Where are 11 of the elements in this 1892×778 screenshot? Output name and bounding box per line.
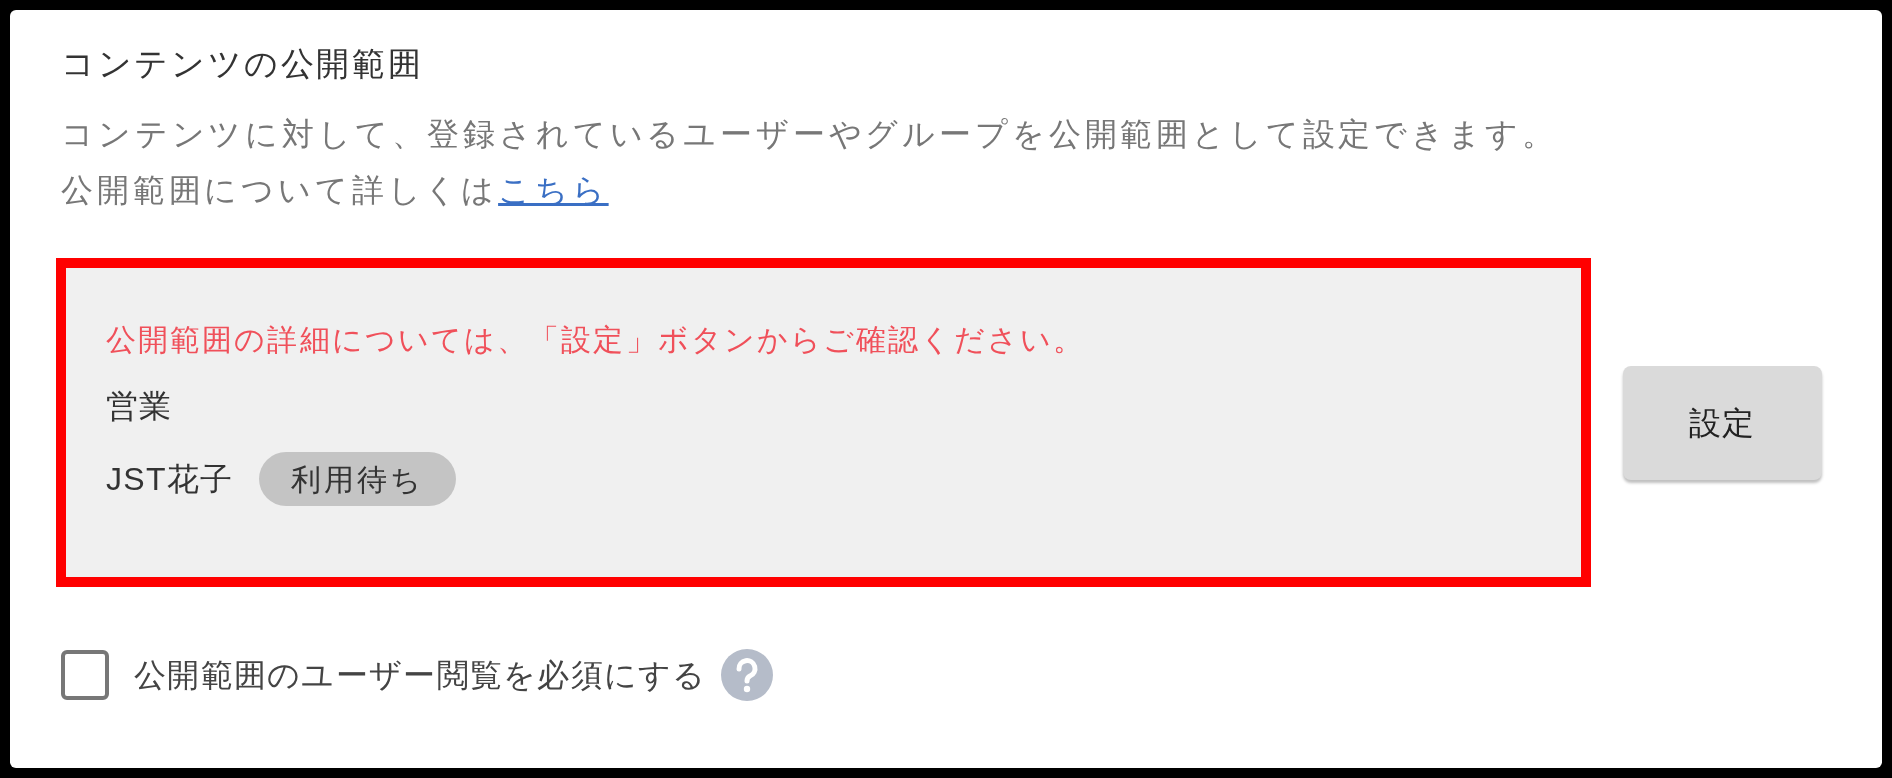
checkbox[interactable]	[61, 650, 109, 700]
status-badge: 利用待ち	[259, 452, 457, 506]
description-text: コンテンツに対して、登録されているユーザーやグループを公開範囲として設定できます。	[61, 115, 1558, 154]
notice-text: 公開範囲の詳細については、「設定」ボタンからご確認ください。	[106, 322, 1085, 358]
settings-button[interactable]: 設定	[1622, 365, 1822, 480]
help-text: 公開範囲について詳しくは	[61, 171, 499, 210]
help-link[interactable]: こちら	[498, 166, 609, 214]
member-name: 営業	[106, 387, 173, 426]
checkbox-label: 公開範囲のユーザー閲覧を必須にする	[134, 656, 707, 695]
member-name: JST花子	[106, 460, 234, 499]
section-title: コンテンツの公開範囲	[61, 44, 424, 84]
